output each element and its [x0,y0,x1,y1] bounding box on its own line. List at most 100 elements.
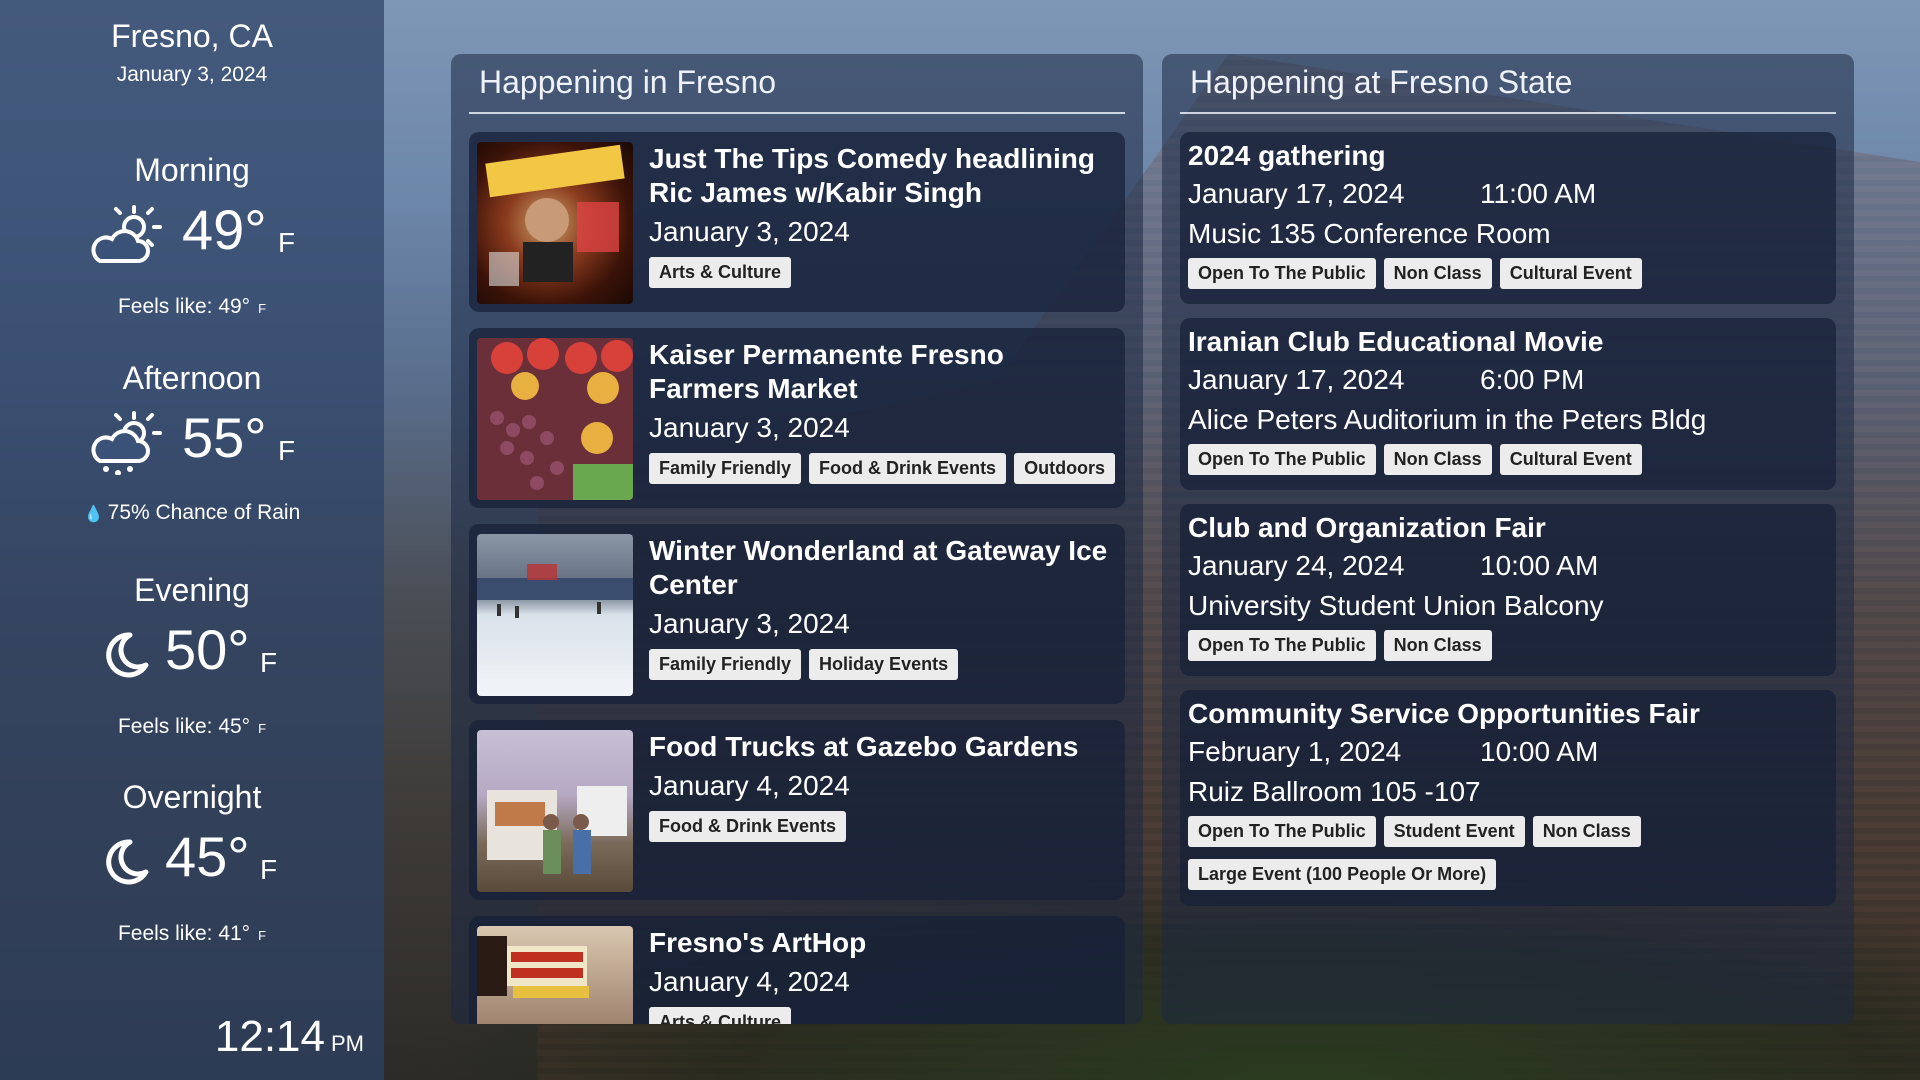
event-time: 10:00 AM [1480,550,1599,581]
event-thumbnail [477,142,633,304]
event-time: 10:00 AM [1480,736,1599,767]
event-date: January 3, 2024 [649,216,850,247]
feels-like-unit: F [258,301,267,316]
panel-title: Happening at Fresno State [1190,64,1573,100]
event-tag: Cultural Event [1499,258,1642,289]
temperature-unit: F [260,647,278,678]
feels-like-overnight: Feels like: 41° F [0,922,384,946]
event-datetime: January 24, 2024 10:00 AM [1188,550,1598,582]
event-tags: Open To The Public Non Class Cultural Ev… [1188,258,1748,289]
event-card[interactable]: Fresno's ArtHop January 4, 2024 Arts & C… [469,916,1125,1024]
feels-like-morning: Feels like: 49° F [0,295,384,319]
forecast-overnight: Overnight 45° F [0,779,384,896]
event-tag: Large Event (100 People Or More) [1188,859,1497,890]
event-tag: Non Class [1532,816,1641,847]
event-time: 6:00 PM [1480,364,1585,395]
forecast-morning: Morning 49° F [0,152,384,269]
temperature-unit: F [260,854,278,885]
event-tag: Holiday Events [809,649,959,680]
event-card[interactable]: Just The Tips Comedy headlining Ric Jame… [469,132,1125,312]
event-date: January 4, 2024 [649,770,850,801]
period-name: Morning [134,152,250,188]
moon-icon [106,632,149,678]
theater-marquee-image [477,936,589,998]
clock-time: 12:14 [214,1012,325,1061]
rain-sun-icon [91,411,162,475]
fresno-state-events-panel: Happening at Fresno State 2024 gathering… [1162,54,1854,1024]
event-tags: Arts & Culture [649,1007,792,1024]
event-time: 11:00 AM [1480,178,1597,209]
temperature: 45° [165,825,250,888]
current-date: January 3, 2024 [116,63,268,86]
event-datetime: February 1, 2024 10:00 AM [1188,736,1598,768]
event-title: Club and Organization Fair [1188,512,1546,543]
feels-like-unit: F [258,928,267,943]
period-name: Overnight [122,779,262,815]
event-card[interactable]: Winter Wonderland at Gateway Ice Center … [469,524,1125,704]
temperature: 55° [182,406,267,469]
event-tags: Open To The Public Student Event Non Cla… [1188,816,1748,890]
event-datetime: January 17, 2024 6:00 PM [1188,364,1584,396]
farmers-market-image [477,338,633,500]
event-card[interactable]: Food Trucks at Gazebo Gardens January 4,… [469,720,1125,900]
period-name: Afternoon [122,360,262,396]
period-name: Evening [134,572,250,608]
feels-like-label: Feels like: 41° [117,922,251,945]
event-location: University Student Union Balcony [1188,590,1604,621]
food-truck-image [487,786,627,874]
event-date: January 3, 2024 [649,608,850,639]
event-tag: Arts & Culture [649,257,792,288]
event-tag: Open To The Public [1188,258,1376,289]
event-tag: Arts & Culture [649,1007,792,1024]
event-title: Iranian Club Educational Movie [1188,326,1604,357]
event-date: January 17, 2024 [1188,178,1405,209]
event-thumbnail [477,534,633,696]
temperature-unit: F [278,227,296,258]
rain-chance-afternoon: 💧 75% Chance of Rain [0,501,384,525]
event-tag: Open To The Public [1188,444,1376,475]
event-title: 2024 gathering [1188,140,1386,171]
event-title: Food Trucks at Gazebo Gardens [649,731,1079,762]
ice-rink-image [477,564,633,618]
event-tags: Family Friendly Holiday Events [649,649,959,680]
event-tags: Arts & Culture [649,257,792,288]
event-date: January 17, 2024 [1188,364,1405,395]
event-title: Fresno's ArtHop [649,927,867,958]
event-tag: Family Friendly [649,453,802,484]
campus-event-card[interactable]: Community Service Opportunities Fair Feb… [1180,690,1836,906]
campus-event-card[interactable]: Club and Organization Fair January 24, 2… [1180,504,1836,676]
event-date: February 1, 2024 [1188,736,1402,767]
campus-event-card[interactable]: 2024 gathering January 17, 2024 11:00 AM … [1180,132,1836,304]
title-divider [1180,112,1836,114]
forecast-evening: Evening 50° F [0,572,384,689]
panel-title: Happening in Fresno [479,64,777,100]
campus-event-card[interactable]: Iranian Club Educational Movie January 1… [1180,318,1836,490]
fresno-events-panel: Happening in Fresno Just The Tips Comedy… [451,54,1143,1024]
event-tags: Open To The Public Non Class Cultural Ev… [1188,444,1748,475]
event-title: Community Service Opportunities Fair [1188,698,1700,729]
event-title: Just The Tips Comedy headlining Ric Jame… [649,143,1095,208]
event-tag: Non Class [1383,630,1492,661]
event-tag: Food & Drink Events [649,811,847,842]
temperature: 50° [165,618,250,681]
clock-ampm: PM [331,1031,364,1056]
event-tags: Food & Drink Events [649,811,847,842]
city-name: Fresno, CA [111,18,273,54]
weather-sidebar: Fresno, CA January 3, 2024 Morning 49° F [0,0,384,1080]
event-tag: Outdoors [1014,453,1116,484]
title-divider [469,112,1125,114]
event-card[interactable]: Kaiser Permanente Fresno Farmers Market … [469,328,1125,508]
feels-like-unit: F [258,721,267,736]
event-thumbnail [477,926,633,1024]
feels-like-label: Feels like: 49° [117,295,251,318]
event-title: Kaiser Permanente Fresno Farmers Market [649,339,1004,404]
event-location: Ruiz Ballroom 105 -107 [1188,776,1481,807]
event-datetime: January 17, 2024 11:00 AM [1188,178,1596,210]
rain-chance-label: 75% Chance of Rain [107,501,301,524]
event-thumbnail [477,338,633,500]
temperature-unit: F [278,435,296,466]
event-tag: Open To The Public [1188,630,1376,661]
event-tag: Non Class [1383,444,1492,475]
clock: 12:14 PM [215,1012,364,1062]
feels-like-evening: Feels like: 45° F [0,715,384,739]
